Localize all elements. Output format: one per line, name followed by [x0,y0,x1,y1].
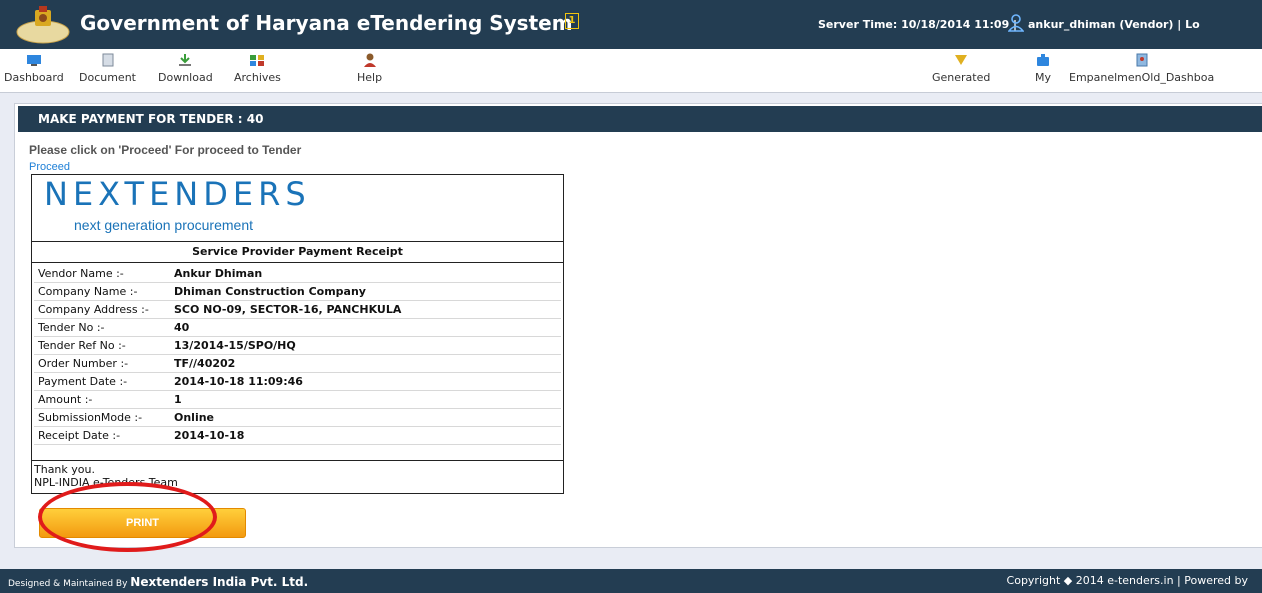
receipt-row: SubmissionMode :- Online [34,408,561,427]
download-icon [179,54,192,66]
generated-icon [955,55,968,65]
receipt-row-label: Payment Date :- [34,372,170,391]
receipt-row: Amount :- 1 [34,390,561,409]
nav-empanelment-label: EmpanelmenOld_Dashboa [1069,71,1215,84]
receipt-thanks: Thank you. NPL-INDIA e-Tenders Team [32,460,563,495]
nav-document[interactable]: Document [79,53,136,84]
nav-generated-label: Generated [932,71,991,84]
receipt-row-value: Ankur Dhiman [170,265,561,283]
server-time: Server Time: 10/18/2014 11:09 | [818,18,1018,31]
nav-archives[interactable]: Archives [234,53,281,84]
receipt-row-value: 1 [170,390,561,409]
receipt-row: Tender No :- 40 [34,318,561,337]
nav-archives-label: Archives [234,71,281,84]
site-title: Government of Haryana eTendering System [80,11,573,35]
help-icon [363,53,376,67]
dashboard-icon [26,55,41,66]
nav-download[interactable]: Download [158,53,213,84]
user-name-link[interactable]: ankur_dhiman (Vendor) | Lo [1028,18,1200,31]
receipt-row: Tender Ref No :- 13/2014-15/SPO/HQ [34,336,561,355]
receipt-row-label: Tender No :- [34,318,170,337]
haryana-emblem-icon [16,6,70,44]
receipt-details-table: Vendor Name :- Ankur Dhiman Company Name :… [34,265,561,445]
receipt-row-value: Dhiman Construction Company [170,282,561,301]
panel-heading: MAKE PAYMENT FOR TENDER : 40 [18,106,1262,132]
nav-dashboard[interactable]: Dashboard [4,53,64,84]
footer-company-link[interactable]: Nextenders India Pvt. Ltd. [130,575,308,589]
nav-my-label: My [1035,71,1052,84]
user-icon [1008,14,1024,32]
receipt-row-value: 2014-10-18 11:09:46 [170,372,561,391]
receipt-row-label: Amount :- [34,390,170,409]
receipt-row-label: Order Number :- [34,354,170,373]
receipt-row: Company Address :- SCO NO-09, SECTOR-16, … [34,300,561,319]
thanks-line: Thank you. [34,463,95,476]
receipt-row-label: Company Name :- [34,282,170,301]
receipt-row-value: 13/2014-15/SPO/HQ [170,336,561,355]
receipt-row: Order Number :- TF//40202 [34,354,561,373]
receipt-row-value: SCO NO-09, SECTOR-16, PANCHKULA [170,300,561,319]
footer: Designed & Maintained By Nextenders Indi… [0,569,1262,593]
receipt-row-label: SubmissionMode :- [34,408,170,427]
proceed-link[interactable]: Proceed [29,161,70,173]
receipt-row-value: Online [170,408,561,427]
footer-copyright: Copyright ◆ 2014 e-tenders.in | Powered … [1006,574,1248,587]
document-icon [102,53,113,67]
nav-dashboard-label: Dashboard [4,71,64,84]
top-header: Government of Haryana eTendering System … [0,0,1262,49]
receipt-row: Payment Date :- 2014-10-18 11:09:46 [34,372,561,391]
receipt-row: Company Name :- Dhiman Construction Compa… [34,282,561,301]
payment-panel: MAKE PAYMENT FOR TENDER : 40 Please clic… [14,103,1262,552]
nav-help[interactable]: Help [357,53,382,84]
receipt-row-label: Tender Ref No :- [34,336,170,355]
print-button[interactable]: PRINT [39,508,246,538]
my-icon [1037,54,1049,66]
nextenders-logo: NEXTENDERS [44,175,311,213]
receipt-row-label: Vendor Name :- [34,265,170,283]
receipt-row: Receipt Date :- 2014-10-18 [34,426,561,445]
title-badge: 1 [565,13,579,29]
receipt-logo: NEXTENDERS next generation procurement [32,175,563,242]
nav-document-label: Document [79,71,136,84]
receipt-row-value: 2014-10-18 [170,426,561,445]
receipt-row-label: Receipt Date :- [34,426,170,445]
receipt-row-label: Company Address :- [34,300,170,319]
footer-credit: Designed & Maintained By Nextenders Indi… [8,575,308,589]
receipt-row: Vendor Name :- Ankur Dhiman [34,265,561,283]
receipt-row-value: 40 [170,318,561,337]
nav-empanelment[interactable]: EmpanelmenOld_Dashboa [1069,53,1214,84]
footer-credit-prefix: Designed & Maintained By [8,579,131,589]
empanelment-icon [1136,53,1148,67]
archives-icon [250,55,265,66]
proceed-instruction: Please click on 'Proceed' For proceed to… [29,143,302,157]
nav-download-label: Download [158,71,213,84]
logo-tagline: next generation procurement [74,217,253,233]
nav-my[interactable]: My [1035,53,1051,84]
team-line: NPL-INDIA e-Tenders Team [34,476,178,489]
payment-receipt: NEXTENDERS next generation procurement S… [31,174,564,494]
receipt-title: Service Provider Payment Receipt [32,242,563,263]
toolbar: Dashboard Document Download Archives Hel… [0,49,1262,93]
receipt-row-value: TF//40202 [170,354,561,373]
nav-help-label: Help [357,71,383,84]
nav-generated[interactable]: Generated [932,53,990,84]
